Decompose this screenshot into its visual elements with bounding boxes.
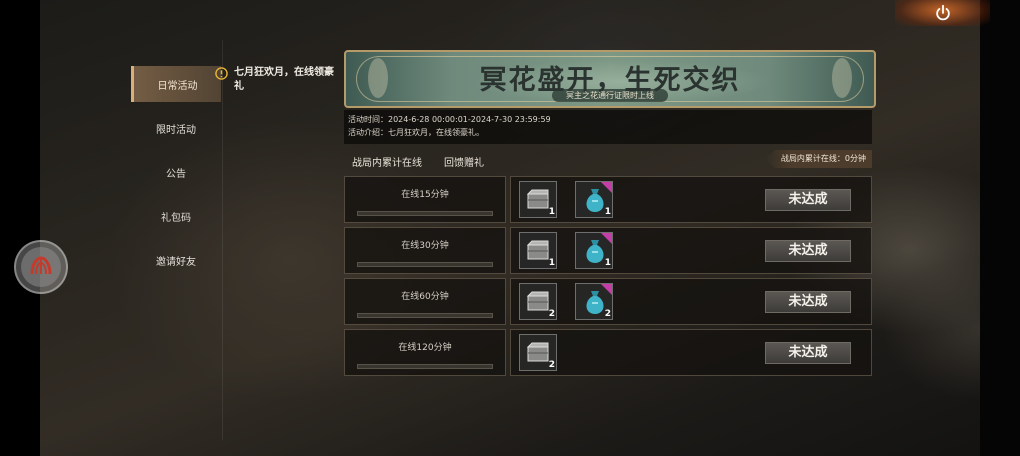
milestone-progress-bar — [357, 262, 493, 267]
reward-tabs: 战局内累计在线 回馈赠礼 战局内累计在线：0分钟 — [344, 150, 872, 170]
milestone-cell: 在线120分钟 — [344, 329, 506, 376]
reward-item-crate[interactable]: 2 — [519, 283, 557, 320]
crate-icon — [527, 342, 549, 362]
reward-count: 1 — [604, 207, 611, 217]
online-time-badge: 战局内累计在线：0分钟 — [764, 150, 872, 168]
rewards-cell: 2 未达成 — [510, 329, 872, 376]
reward-item-bag[interactable]: 1 — [575, 181, 613, 218]
sidebar-item-limited[interactable]: 限时活动 — [131, 110, 221, 146]
sidebar-item-daily[interactable]: 日常活动 — [131, 66, 221, 102]
crate-icon — [527, 291, 549, 311]
notice-text: 七月狂欢月，在线领豪礼 — [234, 67, 334, 92]
sidebar-item-label: 日常活动 — [157, 80, 198, 92]
crate-icon — [527, 189, 549, 209]
milestone-label: 在线120分钟 — [398, 343, 452, 353]
milestone-label: 在线15分钟 — [401, 190, 449, 200]
warning-icon — [215, 67, 228, 80]
tab-feedback-gift[interactable]: 回馈赠礼 — [444, 154, 484, 169]
sidebar-item-invite[interactable]: 邀请好友 — [131, 242, 221, 278]
right-letterbox — [980, 0, 1020, 456]
milestone-label: 在线30分钟 — [401, 241, 449, 251]
helmet-icon — [21, 247, 61, 287]
reward-count: 2 — [548, 360, 555, 370]
activity-sidebar: 日常活动 限时活动 公告 礼包码 邀请好友 — [131, 66, 221, 286]
milestone-progress-bar — [357, 313, 493, 318]
reward-count: 2 — [548, 309, 555, 319]
reward-item-bag[interactable]: 1 — [575, 232, 613, 269]
game-screen: 日常活动 限时活动 公告 礼包码 邀请好友 七月狂欢月，在线领豪礼 冥花盛开，生… — [0, 0, 1020, 456]
sidebar-item-label: 邀请好友 — [156, 256, 196, 268]
reward-count: 1 — [604, 258, 611, 268]
rewards-cell: 1 1 未达成 — [510, 227, 872, 274]
left-letterbox — [0, 0, 40, 456]
reward-item-crate[interactable]: 1 — [519, 232, 557, 269]
reward-item-crate[interactable]: 1 — [519, 181, 557, 218]
reward-row: 在线15分钟 1 1 未达成 — [344, 176, 872, 223]
reward-row: 在线120分钟 2 未达成 — [344, 329, 872, 376]
sidebar-item-gift-code[interactable]: 礼包码 — [131, 198, 221, 234]
milestone-progress-bar — [357, 211, 493, 216]
close-button[interactable] — [895, 0, 990, 26]
sidebar-item-label: 公告 — [166, 168, 186, 180]
milestone-cell: 在线60分钟 — [344, 278, 506, 325]
event-time: 活动时间：2024-6-28 00:00:01-2024-7-30 23:59:… — [348, 115, 551, 124]
sidebar-item-announcement[interactable]: 公告 — [131, 154, 221, 190]
event-intro: 活动介绍：七月狂欢月，在线领豪礼。 — [348, 128, 484, 137]
reward-count: 1 — [548, 207, 555, 217]
activity-panel: 冥花盛开，生死交织 冥主之花通行证限时上线 活动时间：2024-6-28 00:… — [344, 50, 876, 380]
power-icon — [935, 4, 950, 21]
claim-status-button[interactable]: 未达成 — [765, 342, 851, 364]
reward-item-crate[interactable]: 2 — [519, 334, 557, 371]
event-banner: 冥花盛开，生死交织 冥主之花通行证限时上线 — [344, 50, 876, 108]
reward-list: 在线15分钟 1 1 未达成 在线30分钟 1 1 未达成 在线60分钟 2 2… — [344, 176, 872, 380]
activity-notice[interactable]: 七月狂欢月，在线领豪礼 — [215, 66, 340, 94]
reward-count: 1 — [548, 258, 555, 268]
rewards-cell: 1 1 未达成 — [510, 176, 872, 223]
floating-assistant-button[interactable] — [14, 240, 68, 294]
reward-count: 2 — [604, 309, 611, 319]
reward-row: 在线30分钟 1 1 未达成 — [344, 227, 872, 274]
milestone-cell: 在线30分钟 — [344, 227, 506, 274]
sidebar-divider — [222, 40, 223, 440]
milestone-progress-bar — [357, 364, 493, 369]
crate-icon — [527, 240, 549, 260]
claim-status-button[interactable]: 未达成 — [765, 240, 851, 262]
milestone-cell: 在线15分钟 — [344, 176, 506, 223]
banner-subtitle: 冥主之花通行证限时上线 — [552, 89, 668, 102]
tab-online-time[interactable]: 战局内累计在线 — [352, 154, 422, 169]
reward-item-bag[interactable]: 2 — [575, 283, 613, 320]
event-info: 活动时间：2024-6-28 00:00:01-2024-7-30 23:59:… — [344, 110, 872, 144]
claim-status-button[interactable]: 未达成 — [765, 291, 851, 313]
reward-row: 在线60分钟 2 2 未达成 — [344, 278, 872, 325]
milestone-label: 在线60分钟 — [401, 292, 449, 302]
sidebar-item-label: 限时活动 — [156, 124, 196, 136]
rewards-cell: 2 2 未达成 — [510, 278, 872, 325]
claim-status-button[interactable]: 未达成 — [765, 189, 851, 211]
sidebar-item-label: 礼包码 — [161, 212, 191, 224]
